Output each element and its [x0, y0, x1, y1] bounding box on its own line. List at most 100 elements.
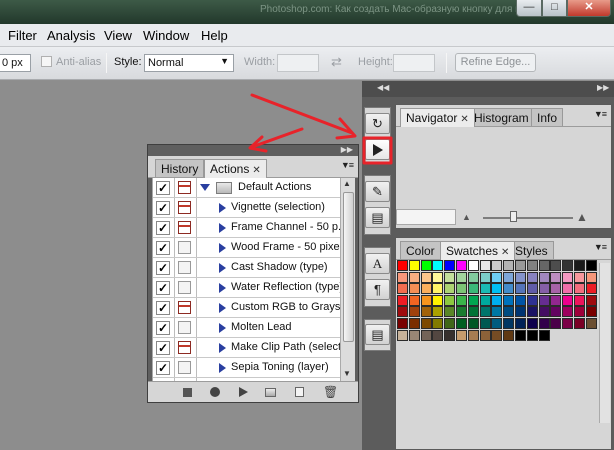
color-swatch[interactable] — [574, 306, 585, 318]
color-swatch[interactable] — [397, 283, 408, 295]
color-swatch[interactable] — [408, 260, 420, 271]
minimize-button[interactable]: — — [516, 0, 542, 17]
color-swatch[interactable] — [503, 329, 515, 341]
toggle-checkbox[interactable]: ✓ — [156, 361, 170, 375]
swatches-scrollbar[interactable] — [599, 263, 610, 423]
color-swatch[interactable] — [550, 260, 562, 271]
action-row[interactable]: ✓ Molten Lead — [153, 318, 340, 338]
color-swatch[interactable] — [526, 283, 538, 295]
color-swatch[interactable] — [538, 283, 550, 295]
expand-icon[interactable]: ▶▶ — [597, 83, 609, 92]
color-swatch[interactable] — [444, 329, 456, 341]
color-swatch[interactable] — [432, 271, 444, 283]
color-swatch[interactable] — [467, 294, 479, 306]
expand-triangle-icon[interactable] — [219, 343, 226, 353]
color-swatch[interactable] — [503, 306, 515, 318]
action-row[interactable]: ✓ Water Reflection (type) — [153, 278, 340, 298]
brush-presets-icon[interactable]: ✎ — [365, 181, 390, 202]
color-swatch[interactable] — [467, 260, 479, 271]
color-swatch[interactable] — [467, 329, 479, 341]
tab-actions[interactable]: Actions ✕ — [204, 159, 267, 178]
zoom-out-icon[interactable]: ▲ — [462, 212, 471, 222]
delete-icon[interactable]: 🗑 — [323, 385, 338, 399]
style-select[interactable]: Normal ▼ — [144, 54, 234, 72]
panel-menu-icon[interactable]: ▼≡ — [341, 160, 354, 170]
panel-menu-icon[interactable]: ▼≡ — [594, 109, 607, 119]
color-swatch[interactable] — [491, 271, 503, 283]
color-swatch[interactable] — [503, 271, 515, 283]
zoom-input[interactable] — [396, 209, 456, 225]
color-swatch[interactable] — [526, 271, 538, 283]
color-swatch[interactable] — [420, 271, 432, 283]
expand-triangle-icon[interactable] — [219, 203, 226, 213]
width-input[interactable] — [277, 54, 319, 72]
collapse-icon[interactable]: ◀◀ — [377, 83, 389, 92]
color-swatch[interactable] — [503, 294, 515, 306]
action-row[interactable]: ✓ Vignette (selection) — [153, 198, 340, 218]
history-icon[interactable]: ↻ — [365, 113, 390, 134]
color-swatch[interactable] — [538, 271, 550, 283]
expand-triangle-icon[interactable] — [219, 243, 226, 253]
maximize-button[interactable]: □ — [542, 0, 567, 17]
toggle-checkbox[interactable]: ✓ — [156, 201, 170, 215]
color-swatch[interactable] — [479, 260, 491, 271]
menu-help[interactable]: Help — [201, 28, 228, 43]
toggle-checkbox[interactable]: ✓ — [156, 221, 170, 235]
toggle-checkbox[interactable]: ✓ — [156, 321, 170, 335]
color-swatch[interactable] — [432, 283, 444, 295]
color-swatch[interactable] — [515, 260, 526, 271]
color-swatch[interactable] — [574, 294, 585, 306]
color-swatch[interactable] — [420, 306, 432, 318]
color-swatch[interactable] — [585, 294, 597, 306]
color-swatch[interactable] — [420, 329, 432, 341]
new-action-icon[interactable] — [295, 387, 304, 397]
color-swatch[interactable] — [585, 283, 597, 295]
color-swatch[interactable] — [456, 318, 467, 329]
color-swatch[interactable] — [526, 329, 538, 341]
color-swatch[interactable] — [550, 318, 562, 329]
dialog-toggle[interactable] — [178, 361, 191, 374]
color-swatch[interactable] — [456, 283, 467, 295]
color-swatch[interactable] — [432, 318, 444, 329]
play-action-icon[interactable] — [365, 139, 390, 160]
color-swatch[interactable] — [503, 283, 515, 295]
tab-info[interactable]: Info — [531, 108, 564, 126]
color-swatch[interactable] — [538, 294, 550, 306]
color-swatch[interactable] — [408, 318, 420, 329]
color-swatch[interactable] — [562, 318, 574, 329]
color-swatch[interactable] — [585, 271, 597, 283]
expand-triangle-icon[interactable] — [219, 303, 226, 313]
color-swatch[interactable] — [491, 260, 503, 271]
color-swatch[interactable] — [515, 283, 526, 295]
color-swatch[interactable] — [526, 260, 538, 271]
expand-triangle-icon[interactable] — [200, 184, 210, 191]
expand-triangle-icon[interactable] — [219, 363, 226, 373]
color-swatch[interactable] — [420, 318, 432, 329]
toggle-checkbox[interactable]: ✓ — [156, 281, 170, 295]
color-swatch[interactable] — [574, 283, 585, 295]
close-button[interactable]: ✕ — [567, 0, 611, 17]
action-row[interactable]: ✓ Cast Shadow (type) — [153, 258, 340, 278]
action-row[interactable]: ✓ Sepia Toning (layer) — [153, 358, 340, 378]
color-swatch[interactable] — [397, 329, 408, 341]
toggle-checkbox[interactable]: ✓ — [156, 301, 170, 315]
color-swatch[interactable] — [444, 306, 456, 318]
tab-styles[interactable]: Styles — [509, 241, 554, 259]
color-swatch[interactable] — [397, 294, 408, 306]
color-swatch[interactable] — [550, 283, 562, 295]
color-swatch[interactable] — [515, 318, 526, 329]
color-swatch[interactable] — [550, 306, 562, 318]
color-swatch[interactable] — [456, 306, 467, 318]
color-swatch[interactable] — [408, 283, 420, 295]
dialog-toggle[interactable] — [178, 221, 191, 234]
color-swatch[interactable] — [420, 260, 432, 271]
color-swatch[interactable] — [491, 329, 503, 341]
color-swatch[interactable] — [538, 260, 550, 271]
expand-triangle-icon[interactable] — [219, 323, 226, 333]
toggle-checkbox[interactable]: ✓ — [156, 181, 170, 195]
color-swatch[interactable] — [397, 271, 408, 283]
dialog-toggle[interactable] — [178, 201, 191, 214]
close-icon[interactable]: ✕ — [252, 165, 260, 176]
color-swatch[interactable] — [515, 294, 526, 306]
color-swatch[interactable] — [526, 294, 538, 306]
